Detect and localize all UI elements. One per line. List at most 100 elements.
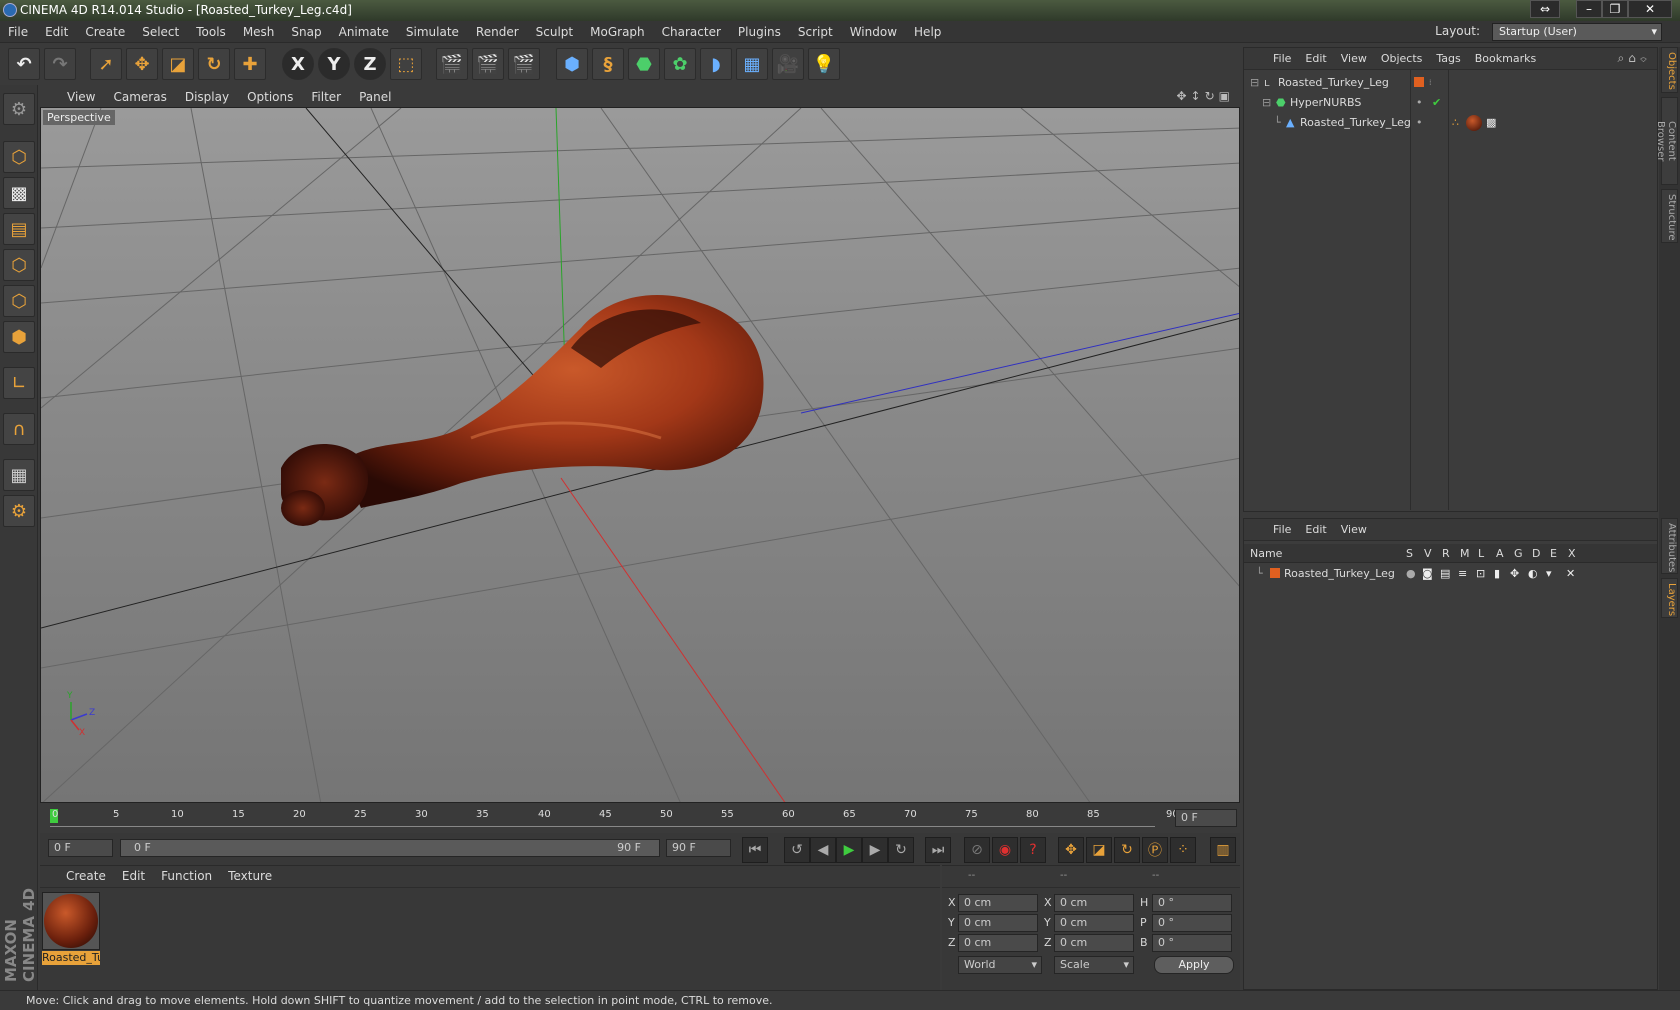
- y-axis-lock-button[interactable]: Y: [318, 48, 350, 80]
- om-menu-file[interactable]: File: [1266, 48, 1298, 70]
- material-menu-create[interactable]: Create: [58, 866, 114, 886]
- render-view-button[interactable]: 🎬: [436, 48, 468, 80]
- layout-dropdown[interactable]: Startup (User) ▾: [1492, 23, 1662, 41]
- maximize-button[interactable]: ❐: [1602, 0, 1628, 18]
- menu-simulate[interactable]: Simulate: [398, 21, 468, 43]
- lm-menu-view[interactable]: View: [1334, 519, 1374, 541]
- model-mode-button[interactable]: ⬡: [3, 141, 35, 173]
- enabled-check-icon[interactable]: ✔: [1432, 93, 1441, 112]
- tab-attributes[interactable]: Attributes: [1661, 518, 1678, 574]
- material-menu-function[interactable]: Function: [153, 866, 220, 886]
- workplane-lock-button[interactable]: ▦: [3, 459, 35, 491]
- render-settings-button[interactable]: 🎬: [508, 48, 540, 80]
- spline-pen-button[interactable]: §: [592, 48, 624, 80]
- uvw-tag-icon[interactable]: ▩: [1486, 113, 1496, 132]
- position-y-field[interactable]: 0 cm: [958, 914, 1038, 932]
- coordinate-system-button[interactable]: ⬚: [390, 48, 422, 80]
- deformer-toggle-icon[interactable]: ◐: [1528, 564, 1538, 583]
- snap-magnet-button[interactable]: ∩: [3, 413, 35, 445]
- auto-keying-button[interactable]: ◉: [992, 837, 1018, 863]
- key-pla-button[interactable]: ⁘: [1170, 837, 1196, 863]
- manager-toggle-icon[interactable]: ≡: [1458, 564, 1467, 583]
- next-key-button[interactable]: ↻: [888, 837, 914, 863]
- previous-frame-button[interactable]: ◀: [810, 837, 836, 863]
- animation-toggle-icon[interactable]: ▮: [1494, 564, 1500, 583]
- light-button[interactable]: 💡: [808, 48, 840, 80]
- axis-mode-button[interactable]: ∟: [3, 367, 35, 399]
- menu-sculpt[interactable]: Sculpt: [528, 21, 582, 43]
- turkey-leg-model[interactable]: [281, 295, 764, 526]
- position-z-field[interactable]: 0 cm: [958, 934, 1038, 952]
- tab-structure[interactable]: Structure: [1661, 189, 1678, 243]
- undo-button[interactable]: ↶: [8, 48, 40, 80]
- timeline-track[interactable]: 0 5 10 15 20 25 30 35 40 45 50 55 60 65 …: [50, 809, 1179, 827]
- timeline-button[interactable]: ▥: [1210, 837, 1236, 863]
- x-axis-lock-button[interactable]: X: [282, 48, 314, 80]
- position-x-field[interactable]: 0 cm: [958, 894, 1038, 912]
- om-menu-view[interactable]: View: [1334, 48, 1374, 70]
- go-to-start-button[interactable]: ⏮: [742, 837, 768, 863]
- render-toggle-icon[interactable]: ▤: [1440, 564, 1450, 583]
- material-swatch[interactable]: [42, 892, 100, 950]
- move-button[interactable]: ✥: [126, 48, 158, 80]
- om-menu-bookmarks[interactable]: Bookmarks: [1468, 48, 1543, 70]
- scale-dropdown[interactable]: Scale ▾: [1054, 956, 1134, 974]
- menu-render[interactable]: Render: [468, 21, 528, 43]
- lm-menu-file[interactable]: File: [1266, 519, 1298, 541]
- key-position-button[interactable]: ✥: [1058, 837, 1084, 863]
- xref-toggle-icon[interactable]: ✕: [1566, 564, 1575, 583]
- generator-toggle-icon[interactable]: ✥: [1510, 564, 1519, 583]
- menu-tools[interactable]: Tools: [188, 21, 235, 43]
- z-axis-lock-button[interactable]: Z: [354, 48, 386, 80]
- frame-range-slider[interactable]: 0 F 90 F: [120, 839, 660, 857]
- om-menu-objects[interactable]: Objects: [1374, 48, 1430, 70]
- keyframe-selection-button[interactable]: ?: [1020, 837, 1046, 863]
- menu-animate[interactable]: Animate: [331, 21, 398, 43]
- workplane-mode-button[interactable]: ▤: [3, 213, 35, 245]
- expression-toggle-icon[interactable]: ▾: [1546, 564, 1552, 583]
- om-menu-edit[interactable]: Edit: [1298, 48, 1333, 70]
- array-button[interactable]: ✿: [664, 48, 696, 80]
- key-rotation-button[interactable]: ↻: [1114, 837, 1140, 863]
- expand-icon[interactable]: ⊟: [1250, 73, 1259, 92]
- visibility-dot-icon[interactable]: •: [1416, 93, 1423, 112]
- phong-tag-icon[interactable]: ∴: [1452, 113, 1459, 132]
- current-frame-field[interactable]: 0 F: [1175, 809, 1237, 827]
- om-search-icon[interactable]: ⌕⌂⌔: [1618, 51, 1651, 66]
- resize-icon[interactable]: ⇔: [1530, 0, 1560, 18]
- key-parameter-button[interactable]: Ⓟ: [1142, 837, 1168, 863]
- polygons-mode-button[interactable]: ⬢: [3, 321, 35, 353]
- menu-file[interactable]: File: [0, 21, 37, 43]
- expand-icon[interactable]: ⊟: [1262, 93, 1271, 112]
- play-button[interactable]: ▶: [836, 837, 862, 863]
- rotation-h-field[interactable]: 0 °: [1152, 894, 1232, 912]
- minimize-button[interactable]: –: [1576, 0, 1602, 18]
- perspective-viewport[interactable]: Perspective Y Z X: [40, 107, 1240, 803]
- layer-row[interactable]: └ Roasted_Turkey_Leg ● ◙ ▤ ≡ ⊡ ▮ ✥ ◐ ▾ ✕: [1244, 564, 1657, 583]
- apply-button[interactable]: Apply: [1154, 956, 1234, 974]
- recent-tool-button[interactable]: ✚: [234, 48, 266, 80]
- scale-button[interactable]: ◪: [162, 48, 194, 80]
- timeline-ruler[interactable]: 0 5 10 15 20 25 30 35 40 45 50 55 60 65 …: [40, 803, 1240, 833]
- viewport-menu-options[interactable]: Options: [238, 87, 302, 107]
- camera-button[interactable]: 🎥: [772, 48, 804, 80]
- menu-character[interactable]: Character: [654, 21, 730, 43]
- menu-create[interactable]: Create: [77, 21, 134, 43]
- object-row[interactable]: ⊟ ʟ Roasted_Turkey_Leg ⁞: [1244, 73, 1657, 92]
- tab-content-browser[interactable]: Content Browser: [1655, 97, 1678, 185]
- go-to-end-button[interactable]: ⏭: [925, 837, 951, 863]
- floor-button[interactable]: ▦: [736, 48, 768, 80]
- tab-objects[interactable]: Objects: [1661, 47, 1678, 93]
- lm-menu-edit[interactable]: Edit: [1298, 519, 1333, 541]
- size-z-field[interactable]: 0 cm: [1054, 934, 1134, 952]
- viewport-nav-icons[interactable]: ✥↕↻▣: [1176, 89, 1234, 103]
- tab-layers[interactable]: Layers: [1661, 578, 1678, 618]
- close-button[interactable]: ✕: [1628, 0, 1672, 18]
- material-menu-edit[interactable]: Edit: [114, 866, 153, 886]
- object-row[interactable]: ⊟ ⬣ HyperNURBS • ✔: [1244, 93, 1657, 112]
- viewport-menu-cameras[interactable]: Cameras: [104, 87, 175, 107]
- menu-select[interactable]: Select: [134, 21, 188, 43]
- points-mode-button[interactable]: ⬡: [3, 249, 35, 281]
- deformer-button[interactable]: ◗: [700, 48, 732, 80]
- rotation-b-field[interactable]: 0 °: [1152, 934, 1232, 952]
